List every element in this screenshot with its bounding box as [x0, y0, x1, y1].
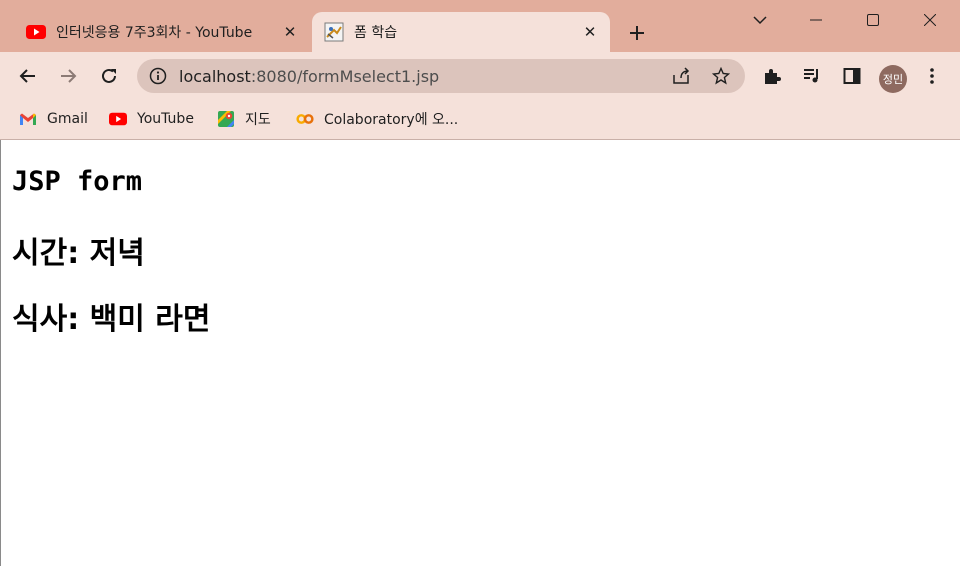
reload-icon	[102, 68, 116, 83]
close-icon[interactable]: ✕	[278, 20, 302, 44]
colab-icon	[296, 111, 314, 127]
tab-title: 폼 학습	[354, 25, 398, 41]
star-icon[interactable]	[711, 66, 731, 89]
bookmark-label: Gmail	[47, 111, 88, 127]
menu-button[interactable]	[916, 60, 948, 92]
puzzle-icon	[765, 69, 781, 84]
tab-form-study[interactable]: 폼 학습 ✕	[312, 12, 610, 52]
bookmark-colab[interactable]: Colaboratory에 오...	[296, 106, 458, 132]
back-button[interactable]	[12, 60, 44, 92]
gmail-icon	[19, 111, 37, 127]
arrow-right-icon	[61, 69, 77, 83]
close-icon	[924, 14, 936, 26]
minimize-button[interactable]	[796, 4, 836, 36]
meal-result: 식사: 백미 라면	[12, 302, 211, 337]
tab-title: 인터넷응용 7주3회차 - YouTube	[56, 25, 253, 41]
media-control-button[interactable]	[796, 60, 828, 92]
tab-search-button[interactable]	[740, 4, 780, 36]
plus-icon	[630, 26, 644, 40]
youtube-icon	[109, 111, 127, 127]
page-content: JSP form 시간: 저녁 식사: 백미 라면	[0, 140, 960, 566]
side-panel-button[interactable]	[836, 60, 868, 92]
playlist-music-icon	[804, 69, 818, 83]
maps-icon	[217, 111, 235, 127]
extensions-button[interactable]	[756, 60, 788, 92]
bookmark-label: YouTube	[137, 111, 194, 127]
minimize-icon	[810, 19, 822, 21]
more-vertical-icon	[930, 68, 934, 84]
url-path: :8080/formMselect1.jsp	[250, 67, 440, 86]
chevron-down-icon	[753, 16, 767, 25]
maximize-button[interactable]	[853, 4, 893, 36]
bookmark-maps[interactable]: 지도	[217, 106, 271, 132]
toolbar: localhost:8080/formMselect1.jsp 정민	[0, 52, 960, 100]
bookmark-label: Colaboratory에 오...	[324, 112, 459, 128]
arrow-left-icon	[19, 69, 35, 83]
side-panel-icon	[843, 68, 861, 84]
avatar[interactable]: 정민	[879, 65, 907, 93]
page-favicon-icon	[324, 22, 344, 42]
close-icon[interactable]: ✕	[578, 20, 602, 44]
time-result: 시간: 저녁	[12, 236, 145, 271]
address-bar[interactable]: localhost:8080/formMselect1.jsp	[137, 59, 745, 93]
bookmarks-bar: Gmail YouTube 지도 Colaboratory에 오...	[0, 100, 960, 140]
url-text[interactable]: localhost:8080/formMselect1.jsp	[179, 67, 439, 86]
url-host: localhost	[179, 67, 251, 86]
bookmark-label: 지도	[245, 112, 271, 128]
tab-strip: 인터넷응용 7주3회차 - YouTube ✕ 폼 학습 ✕	[0, 0, 960, 52]
page-heading: JSP form	[12, 166, 143, 197]
youtube-icon	[26, 22, 46, 42]
share-icon[interactable]	[672, 67, 690, 89]
tab-youtube[interactable]: 인터넷응용 7주3회차 - YouTube ✕	[14, 12, 310, 52]
new-tab-button[interactable]	[622, 18, 652, 48]
bookmark-gmail[interactable]: Gmail	[19, 106, 88, 132]
window-close-button[interactable]	[910, 4, 950, 36]
reload-button[interactable]	[93, 60, 125, 92]
maximize-icon	[867, 14, 879, 26]
info-icon[interactable]	[149, 67, 167, 89]
bookmark-youtube[interactable]: YouTube	[109, 106, 194, 132]
forward-button[interactable]	[52, 60, 84, 92]
